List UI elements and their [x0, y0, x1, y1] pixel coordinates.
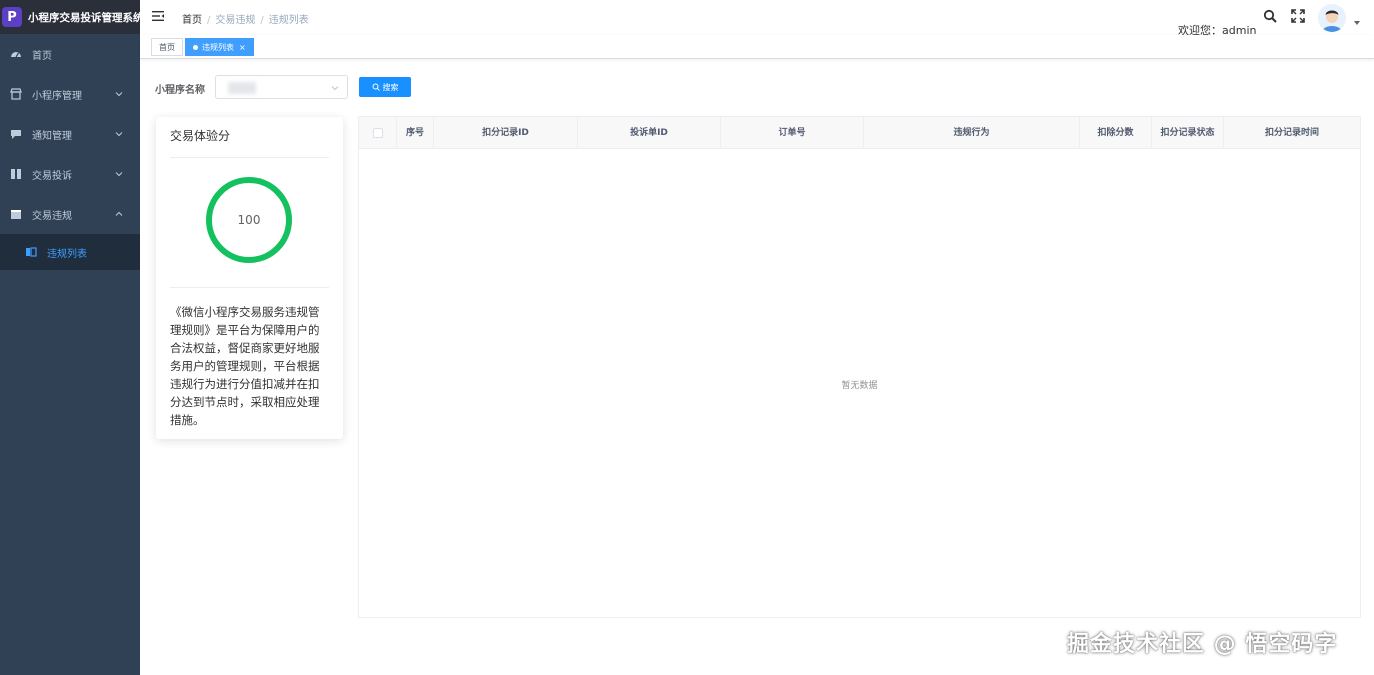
sidebar-subitem-violation-list[interactable]: 违规列表 [0, 234, 140, 270]
watermark: 掘金技术社区 @ 悟空码字 [1067, 632, 1338, 657]
hamburger-icon[interactable] [152, 10, 164, 22]
sidebar-item-miniprogram[interactable]: 小程序管理 [0, 74, 140, 114]
tag-violation-list[interactable]: 违规列表 × [185, 38, 254, 56]
active-dot-icon [193, 44, 198, 50]
sidebar-subitem-label: 违规列表 [47, 248, 87, 260]
complaint-icon [10, 168, 22, 180]
table-header: 序号 扣分记录ID 投诉单ID 订单号 违规行为 扣除分数 扣分记录状态 扣分记… [359, 117, 1360, 149]
search-icon [372, 83, 380, 91]
violation-icon [10, 208, 22, 220]
search-icon[interactable] [1263, 9, 1277, 23]
chevron-down-icon [115, 92, 123, 97]
column-header[interactable]: 订单号 [721, 117, 864, 149]
breadcrumb-item[interactable]: 首页 [182, 15, 202, 26]
experience-score-card: 交易体验分 100 《微信小程序交易服务违规管理规则》是平台为保障用户的合法权益… [156, 117, 343, 439]
empty-state-text: 暂无数据 [841, 381, 878, 391]
sidebar-item-label: 交易违规 [32, 210, 72, 222]
fullscreen-icon[interactable] [1291, 9, 1305, 23]
breadcrumb-item: 违规列表 [268, 15, 309, 26]
sidebar: P 小程序交易投诉管理系统 首页 小程序管理 通知管理 交易投诉 交易违规 违规… [0, 0, 140, 675]
column-header[interactable]: 扣除分数 [1080, 117, 1152, 149]
sidebar-item-violation[interactable]: 交易违规 [0, 194, 140, 234]
column-header[interactable]: 违规行为 [864, 117, 1080, 149]
navbar: 首页 / 交易违规 / 违规列表 欢迎您：admin [140, 0, 1374, 37]
select-all-checkbox-cell [359, 117, 397, 149]
caret-down-icon[interactable] [1354, 21, 1360, 25]
chevron-down-icon [115, 172, 123, 177]
tag-label: 违规列表 [202, 42, 234, 52]
select-all-checkbox[interactable] [372, 128, 383, 138]
divider [170, 287, 329, 288]
divider [170, 157, 329, 158]
close-icon[interactable]: × [239, 43, 246, 52]
shop-icon [10, 88, 22, 100]
chevron-down-icon [115, 132, 123, 137]
column-header[interactable]: 扣分记录时间 [1224, 117, 1360, 149]
breadcrumb-item: 交易违规 [215, 15, 256, 26]
sidebar-item-home[interactable]: 首页 [0, 34, 140, 74]
violation-table: 序号 扣分记录ID 投诉单ID 订单号 违规行为 扣除分数 扣分记录状态 扣分记… [358, 116, 1361, 618]
avatar[interactable] [1318, 4, 1346, 32]
sidebar-item-label: 首页 [32, 50, 52, 62]
chevron-down-icon [331, 86, 339, 91]
breadcrumb: 首页 / 交易违规 / 违规列表 [182, 15, 309, 26]
message-icon [10, 128, 22, 140]
card-title: 交易体验分 [170, 129, 231, 143]
app-logo-icon: P [2, 7, 22, 27]
user-avatar-icon [1318, 4, 1346, 32]
logo[interactable]: P 小程序交易投诉管理系统 [0, 0, 140, 34]
tag-label: 首页 [159, 42, 175, 52]
sidebar-item-complaint[interactable]: 交易投诉 [0, 154, 140, 194]
sidebar-item-label: 交易投诉 [32, 170, 72, 182]
miniprogram-name-select[interactable] [215, 75, 348, 99]
search-button[interactable]: 搜索 [359, 77, 411, 97]
sidebar-item-label: 通知管理 [32, 130, 72, 142]
sidebar-item-label: 小程序管理 [32, 90, 82, 102]
search-button-label: 搜索 [382, 82, 399, 92]
tags-view: 首页 违规列表 × [140, 35, 1374, 59]
column-header[interactable]: 投诉单ID [578, 117, 721, 149]
tag-home[interactable]: 首页 [151, 38, 183, 56]
list-icon [25, 246, 37, 258]
miniprogram-name-label: 小程序名称 [155, 85, 205, 96]
column-header[interactable]: 扣分记录状态 [1152, 117, 1224, 149]
column-header[interactable]: 扣分记录ID [434, 117, 578, 149]
dashboard-icon [10, 48, 22, 60]
score-value: 100 [237, 213, 261, 227]
chevron-up-icon [115, 211, 123, 216]
card-description: 《微信小程序交易服务违规管理规则》是平台为保障用户的合法权益，督促商家更好地服务… [170, 305, 320, 427]
column-header[interactable]: 序号 [397, 117, 434, 149]
app-title: 小程序交易投诉管理系统 [28, 11, 140, 24]
selected-value-redacted [228, 82, 256, 94]
sidebar-item-notice[interactable]: 通知管理 [0, 114, 140, 154]
